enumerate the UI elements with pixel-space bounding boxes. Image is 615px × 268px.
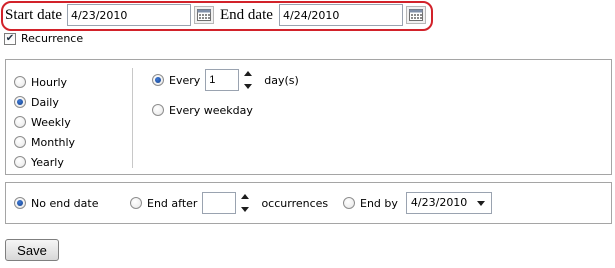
every-weekday-option[interactable]: Every weekday bbox=[152, 100, 253, 120]
calendar-icon bbox=[409, 9, 423, 21]
radio-yearly[interactable] bbox=[14, 156, 26, 168]
no-end-date-option[interactable]: No end date bbox=[14, 193, 98, 213]
radio-every-weekday[interactable] bbox=[152, 104, 164, 116]
calendar-icon bbox=[197, 9, 211, 21]
every-label: Every bbox=[169, 73, 201, 87]
pattern-label: Weekly bbox=[31, 115, 71, 129]
pattern-label: Daily bbox=[31, 95, 59, 109]
daily-every-row: Every day(s) bbox=[152, 69, 299, 91]
save-button[interactable]: Save bbox=[5, 239, 59, 261]
end-date-label: End date bbox=[220, 7, 273, 23]
every-days-input[interactable] bbox=[205, 69, 240, 91]
chevron-down-icon bbox=[476, 200, 485, 206]
radio-weekly[interactable] bbox=[14, 116, 26, 128]
radio-every-n-days[interactable] bbox=[152, 74, 164, 86]
pattern-divider bbox=[132, 68, 133, 168]
every-weekday-label: Every weekday bbox=[169, 103, 253, 117]
no-end-date-label: No end date bbox=[31, 196, 99, 210]
pattern-option-monthly[interactable]: Monthly bbox=[14, 132, 75, 152]
pattern-option-yearly[interactable]: Yearly bbox=[14, 152, 75, 172]
end-date-input[interactable] bbox=[279, 4, 403, 26]
pattern-label: Yearly bbox=[31, 155, 64, 169]
spinner-icon[interactable] bbox=[244, 71, 253, 89]
spinner-icon[interactable] bbox=[241, 194, 250, 212]
start-date-label: Start date bbox=[5, 7, 63, 23]
pattern-label: Hourly bbox=[31, 75, 68, 89]
recurrence-label: Recurrence bbox=[21, 32, 84, 45]
radio-no-end-date[interactable] bbox=[14, 197, 26, 209]
occurrences-label: occurrences bbox=[261, 196, 329, 210]
end-by-label: End by bbox=[360, 196, 398, 210]
occurrences-input[interactable] bbox=[202, 192, 237, 214]
recurrence-pattern-panel bbox=[5, 59, 612, 175]
end-date-calendar-button[interactable] bbox=[406, 6, 426, 24]
radio-end-after[interactable] bbox=[130, 197, 142, 209]
start-date-input[interactable] bbox=[67, 4, 191, 26]
end-after-option: End after occurrences bbox=[130, 191, 328, 215]
radio-hourly[interactable] bbox=[14, 76, 26, 88]
pattern-label: Monthly bbox=[31, 135, 76, 149]
radio-monthly[interactable] bbox=[14, 136, 26, 148]
day-unit-label: day(s) bbox=[264, 73, 299, 87]
end-by-option: End by 4/23/2010 bbox=[343, 191, 492, 215]
end-by-date-select[interactable]: 4/23/2010 bbox=[405, 192, 492, 214]
pattern-radio-group: Hourly Daily Weekly Monthly Yearly bbox=[14, 72, 75, 172]
end-after-label: End after bbox=[147, 196, 198, 210]
pattern-option-weekly[interactable]: Weekly bbox=[14, 112, 75, 132]
end-by-date-value: 4/23/2010 bbox=[410, 196, 468, 209]
start-date-calendar-button[interactable] bbox=[194, 6, 214, 24]
recurrence-checkbox[interactable]: ✔ bbox=[4, 32, 16, 45]
recurrence-toggle[interactable]: ✔ Recurrence bbox=[4, 32, 83, 45]
radio-daily[interactable] bbox=[14, 96, 26, 108]
pattern-option-daily[interactable]: Daily bbox=[14, 92, 75, 112]
radio-end-by[interactable] bbox=[343, 197, 355, 209]
pattern-option-hourly[interactable]: Hourly bbox=[14, 72, 75, 92]
